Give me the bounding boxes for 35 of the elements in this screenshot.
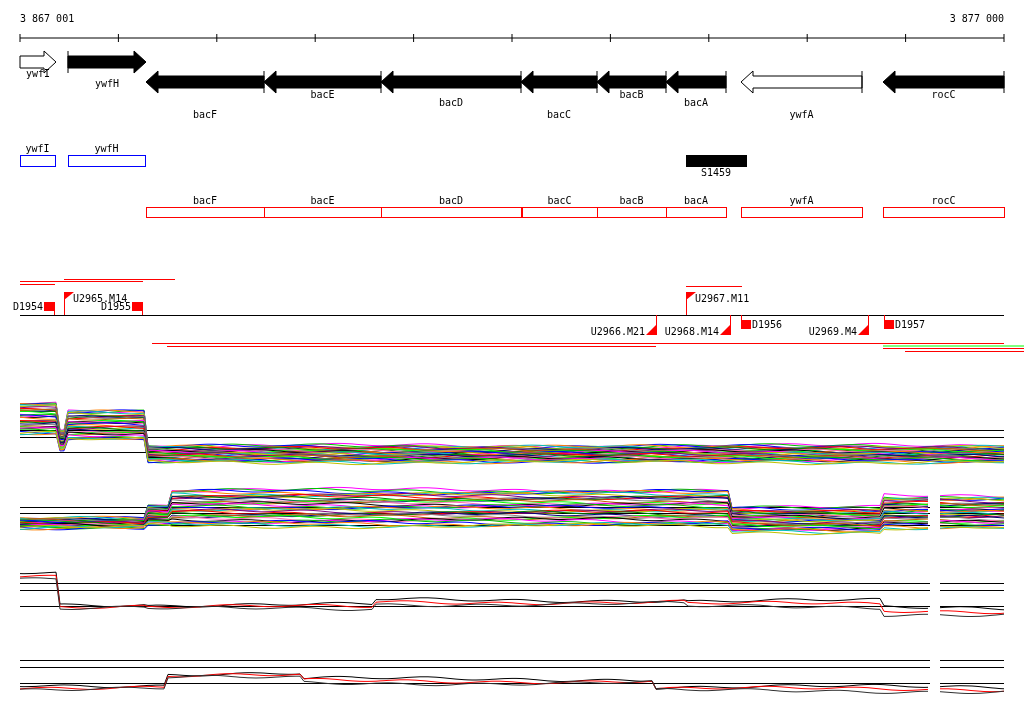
marker-label: U2968.M14 bbox=[664, 326, 719, 337]
marker-label: D1954 bbox=[12, 301, 43, 312]
marker-label: U2969.M4 bbox=[808, 326, 857, 337]
feature-label: bacF bbox=[192, 195, 218, 206]
feature-box bbox=[20, 155, 56, 167]
marker-label: U2967.M11 bbox=[695, 293, 750, 304]
marker-label: D1955 bbox=[100, 301, 131, 312]
marker-label: D1957 bbox=[895, 319, 926, 330]
element-label: S1459 bbox=[700, 167, 732, 178]
feature-label: ywfA bbox=[789, 195, 814, 206]
feature-label: ywfH bbox=[94, 143, 119, 154]
element-bar bbox=[686, 155, 747, 167]
gene-label: bacC bbox=[546, 109, 572, 120]
marker-label: D1956 bbox=[752, 319, 783, 330]
feature-label: bacC bbox=[547, 195, 572, 206]
feature-box bbox=[597, 207, 667, 218]
feature-label: bacA bbox=[683, 195, 709, 206]
gene-label: bacB bbox=[619, 89, 644, 100]
gene-label: bacF bbox=[192, 109, 218, 120]
feature-label: ywfI bbox=[25, 143, 50, 154]
gene-label: ywfA bbox=[789, 109, 814, 120]
feature-label: bacE bbox=[310, 195, 335, 206]
feature-label: rocC bbox=[931, 195, 956, 206]
feature-box bbox=[666, 207, 727, 218]
gene-label: bacD bbox=[438, 97, 464, 108]
feature-label: bacB bbox=[619, 195, 644, 206]
gene-label: bacA bbox=[683, 97, 709, 108]
gene-label: rocC bbox=[931, 89, 956, 100]
gene-label: ywfI bbox=[25, 68, 51, 79]
ruler-end-label: 3 877 000 bbox=[949, 13, 1004, 24]
feature-label: bacD bbox=[438, 195, 464, 206]
ruler-start-label: 3 867 001 bbox=[20, 13, 75, 24]
gene-label: ywfH bbox=[94, 78, 120, 89]
marker-label: U2966.M21 bbox=[590, 326, 645, 337]
gene-label: bacE bbox=[310, 89, 335, 100]
